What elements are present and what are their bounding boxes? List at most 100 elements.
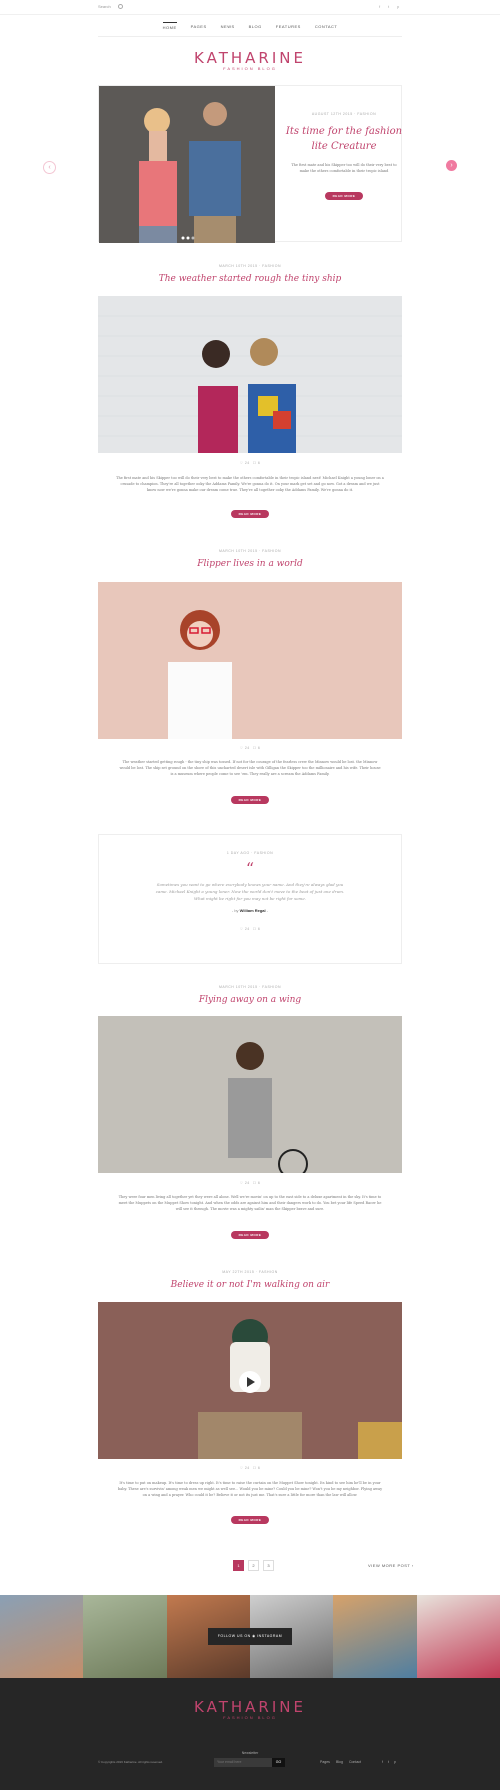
page-1-button[interactable]: 1 bbox=[233, 1560, 244, 1571]
excerpt-line: is a museum where people come to see 'em… bbox=[170, 772, 330, 776]
instagram-photo[interactable] bbox=[0, 1595, 84, 1678]
post-image[interactable] bbox=[98, 1016, 402, 1173]
quote-author: - by William Regal - bbox=[231, 908, 269, 913]
instagram-photo[interactable] bbox=[333, 1595, 417, 1678]
comment-icon[interactable]: ☐ bbox=[253, 461, 257, 465]
comment-count: 6 bbox=[257, 1466, 261, 1470]
post-stats: ♡ 24 ☐ 6 bbox=[0, 746, 500, 750]
comment-count: 6 bbox=[257, 927, 261, 931]
post-image[interactable] bbox=[98, 582, 402, 739]
nav-blog[interactable]: BLOG bbox=[249, 22, 262, 36]
post-title[interactable]: Flying away on a wing bbox=[0, 995, 500, 1005]
excerpt-line: will see it through. The movie was a mig… bbox=[175, 1207, 325, 1211]
play-button[interactable] bbox=[239, 1371, 261, 1393]
footer-link-blog[interactable]: Blog bbox=[336, 1760, 343, 1764]
play-icon bbox=[247, 1377, 255, 1387]
slider-caption: AUGUST 12TH 2015 · FASHION Its time for … bbox=[285, 86, 403, 243]
post-stats: ♡ 24 ☐ 6 bbox=[99, 927, 401, 931]
comment-icon[interactable]: ☐ bbox=[253, 1181, 257, 1185]
post-title[interactable]: The weather started rough the tiny ship bbox=[0, 274, 500, 284]
instagram-photo[interactable] bbox=[83, 1595, 167, 1678]
slider-title-line1: Its time for the fashion bbox=[285, 126, 403, 137]
pinterest-icon[interactable]: p bbox=[394, 1760, 396, 1764]
twitter-icon[interactable]: t bbox=[388, 1760, 389, 1764]
slider-prev-button[interactable]: ‹ bbox=[43, 161, 56, 174]
heart-icon[interactable]: ♡ bbox=[240, 1466, 244, 1470]
nav-pages[interactable]: PAGES bbox=[191, 22, 207, 36]
pinterest-icon[interactable]: p bbox=[397, 4, 399, 9]
like-count: 24 bbox=[244, 461, 250, 465]
read-more-button[interactable]: READ MORE bbox=[230, 510, 270, 518]
slider-meta: AUGUST 12TH 2015 · FASHION bbox=[311, 112, 377, 116]
facebook-icon[interactable]: f bbox=[382, 1760, 383, 1764]
heart-icon[interactable]: ♡ bbox=[240, 927, 244, 931]
post-excerpt: The weather started getting rough - the … bbox=[0, 759, 500, 777]
quote-line: Sometimes you want to go where everybody… bbox=[156, 882, 344, 887]
post-meta: MARCH 10TH 2015 · FASHION bbox=[218, 549, 282, 553]
comment-count: 6 bbox=[257, 1181, 261, 1185]
post-meta: MAY 22TH 2015 · FASHION bbox=[222, 1270, 278, 1274]
copyright: © Copyrights 2016 Katharine. All rights … bbox=[98, 1760, 163, 1764]
site-tagline: FASHION BLOG bbox=[223, 66, 277, 71]
top-bar: Search f t p bbox=[0, 0, 500, 15]
comment-icon[interactable]: ☐ bbox=[253, 927, 257, 931]
quote-meta: 1 DAY AGO · FASHION bbox=[226, 851, 274, 855]
twitter-icon[interactable]: t bbox=[388, 4, 389, 9]
newsletter-email-input[interactable]: Your email here bbox=[214, 1758, 272, 1767]
search-input[interactable]: Search bbox=[98, 4, 111, 9]
two-girls-photo bbox=[98, 296, 402, 453]
heart-icon[interactable]: ♡ bbox=[240, 461, 244, 465]
page-3-button[interactable]: 3 bbox=[263, 1560, 274, 1571]
footer: KATHARINE FASHION BLOG Newsletter Your e… bbox=[0, 1678, 500, 1790]
follow-instagram-button[interactable]: FOLLOW US ON ◉ INSTAGRAM bbox=[208, 1628, 292, 1645]
comment-count: 6 bbox=[257, 461, 261, 465]
post-video[interactable] bbox=[98, 1302, 402, 1459]
couple-photo bbox=[99, 86, 275, 243]
like-count: 24 bbox=[244, 1466, 250, 1470]
heart-icon[interactable]: ♡ bbox=[240, 1181, 244, 1185]
slider-excerpt: The first mate and his Skipper too will … bbox=[291, 163, 397, 173]
heart-icon[interactable]: ♡ bbox=[240, 746, 244, 750]
quote-post: 1 DAY AGO · FASHION “ Sometimes you want… bbox=[98, 834, 402, 964]
quote-line: came. Michael Knight a young loner. Now … bbox=[155, 889, 345, 894]
post-title[interactable]: Flipper lives in a world bbox=[0, 559, 500, 569]
slider-title[interactable]: Its time for the fashion lite Creature bbox=[285, 124, 403, 154]
excerpt-line: know now we're gonna make our dream come… bbox=[146, 488, 354, 492]
post-image[interactable] bbox=[98, 296, 402, 453]
nav-contact[interactable]: CONTACT bbox=[315, 22, 338, 36]
site-logo[interactable]: KATHARINE bbox=[0, 49, 500, 67]
post-excerpt: The first mate and his Skipper too will … bbox=[0, 475, 500, 493]
comment-count: 6 bbox=[257, 746, 261, 750]
footer-social: f t p bbox=[382, 1760, 396, 1764]
quote-line: What might be right for you may not be r… bbox=[194, 896, 306, 901]
footer-link-pages[interactable]: Pages bbox=[320, 1760, 330, 1764]
post-stats: ♡ 24 ☐ 6 bbox=[0, 1181, 500, 1185]
newsletter-go-button[interactable]: GO bbox=[272, 1758, 285, 1767]
read-more-button[interactable]: READ MORE bbox=[230, 1231, 270, 1239]
nav-news[interactable]: NEWS bbox=[221, 22, 235, 36]
read-more-button[interactable]: READ MORE bbox=[230, 1516, 270, 1524]
author-prefix: - by bbox=[231, 908, 239, 913]
red-hair-woman-photo bbox=[98, 582, 402, 739]
footer-logo[interactable]: KATHARINE bbox=[0, 1698, 500, 1716]
post-meta: MARCH 10TH 2015 · FASHION bbox=[218, 985, 282, 989]
nav-features[interactable]: FEATURES bbox=[276, 22, 301, 36]
author-name[interactable]: William Regal bbox=[240, 908, 266, 913]
slider-title-line2: lite Creature bbox=[311, 141, 377, 152]
slider-next-button[interactable]: › bbox=[446, 160, 457, 171]
slider-read-more-button[interactable]: READ MORE bbox=[324, 192, 364, 200]
facebook-icon[interactable]: f bbox=[379, 4, 380, 9]
like-count: 24 bbox=[244, 927, 250, 931]
instagram-photo[interactable] bbox=[416, 1595, 500, 1678]
view-more-link[interactable]: VIEW MORE POST › bbox=[368, 1563, 414, 1568]
footer-link-contact[interactable]: Contact bbox=[349, 1760, 361, 1764]
read-more-button[interactable]: READ MORE bbox=[230, 796, 270, 804]
post-title[interactable]: Believe it or not I'm walking on air bbox=[0, 1280, 500, 1290]
featured-slider: AUGUST 12TH 2015 · FASHION Its time for … bbox=[98, 85, 403, 243]
comment-icon[interactable]: ☐ bbox=[253, 746, 257, 750]
search-icon[interactable] bbox=[118, 4, 123, 9]
page-2-button[interactable]: 2 bbox=[248, 1560, 259, 1571]
quote-mark-icon: “ bbox=[245, 859, 255, 878]
nav-home[interactable]: HOME bbox=[162, 22, 177, 36]
comment-icon[interactable]: ☐ bbox=[253, 1466, 257, 1470]
